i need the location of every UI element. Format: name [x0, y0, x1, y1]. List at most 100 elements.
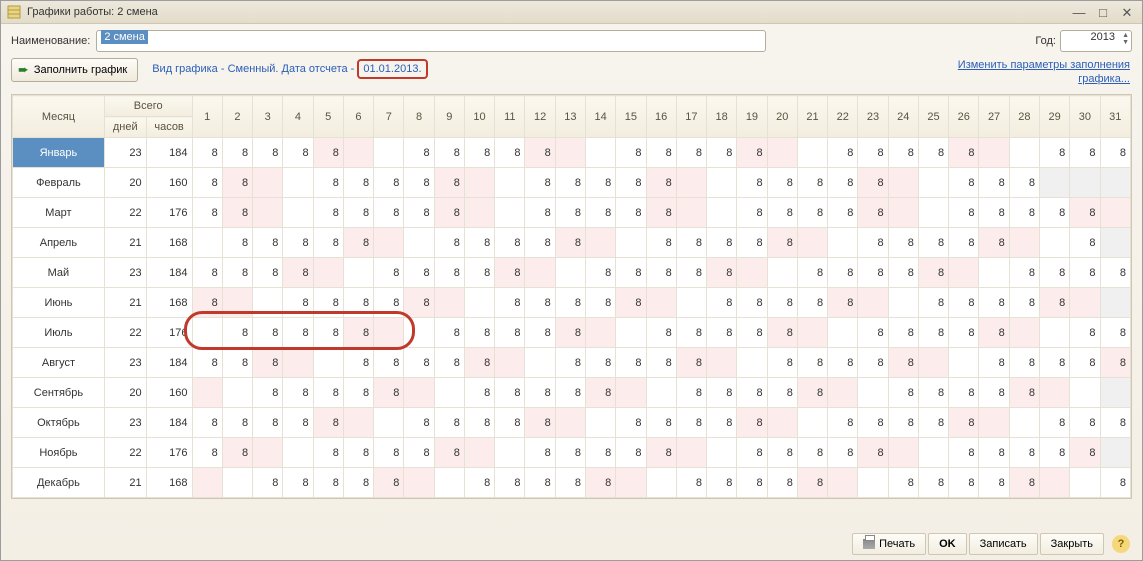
day-cell[interactable]: 8: [918, 288, 948, 318]
day-cell[interactable]: [1100, 198, 1131, 228]
day-cell[interactable]: 8: [555, 468, 585, 498]
day-cell[interactable]: 8: [253, 228, 283, 258]
day-cell[interactable]: 8: [616, 408, 646, 438]
day-cell[interactable]: 8: [979, 228, 1009, 258]
month-row[interactable]: Ноябрь221768888888888888888888888: [13, 438, 1131, 468]
day-cell[interactable]: [434, 468, 464, 498]
day-cell[interactable]: 8: [1039, 408, 1069, 438]
day-cell[interactable]: 8: [313, 228, 343, 258]
hours-cell[interactable]: 176: [146, 318, 192, 348]
day-cell[interactable]: 8: [464, 408, 494, 438]
day-cell[interactable]: 8: [253, 468, 283, 498]
day-cell[interactable]: [797, 408, 827, 438]
day-cell[interactable]: 8: [888, 258, 918, 288]
day-cell[interactable]: [979, 408, 1009, 438]
day-cell[interactable]: 8: [313, 408, 343, 438]
day-cell[interactable]: 8: [192, 408, 222, 438]
month-row[interactable]: Март221768888888888888888888888: [13, 198, 1131, 228]
day-cell[interactable]: 8: [949, 408, 979, 438]
day-cell[interactable]: 8: [767, 168, 797, 198]
day-cell[interactable]: [253, 288, 283, 318]
month-cell[interactable]: Ноябрь: [13, 438, 105, 468]
day-cell[interactable]: 8: [555, 228, 585, 258]
day-cell[interactable]: 8: [828, 138, 858, 168]
day-cell[interactable]: 8: [707, 138, 737, 168]
day-cell[interactable]: 8: [979, 168, 1009, 198]
day-cell[interactable]: 8: [525, 408, 555, 438]
day-cell[interactable]: [616, 228, 646, 258]
day-cell[interactable]: 8: [374, 438, 404, 468]
day-cell[interactable]: 8: [253, 318, 283, 348]
day-cell[interactable]: 8: [858, 438, 888, 468]
day-cell[interactable]: [888, 168, 918, 198]
day-cell[interactable]: 8: [313, 438, 343, 468]
day-cell[interactable]: 8: [525, 438, 555, 468]
day-cell[interactable]: 8: [737, 228, 767, 258]
day-cell[interactable]: [222, 468, 252, 498]
day-cell[interactable]: 8: [313, 288, 343, 318]
day-cell[interactable]: [707, 348, 737, 378]
day-cell[interactable]: [192, 228, 222, 258]
day-cell[interactable]: 8: [737, 318, 767, 348]
day-cell[interactable]: 8: [343, 378, 373, 408]
day-cell[interactable]: 8: [676, 378, 706, 408]
day-cell[interactable]: [1009, 408, 1039, 438]
day-cell[interactable]: 8: [737, 468, 767, 498]
day-cell[interactable]: 8: [828, 348, 858, 378]
day-cell[interactable]: [192, 468, 222, 498]
days-cell[interactable]: 23: [104, 408, 146, 438]
hours-cell[interactable]: 184: [146, 348, 192, 378]
day-cell[interactable]: [495, 198, 525, 228]
day-cell[interactable]: 8: [1070, 198, 1100, 228]
day-cell[interactable]: [374, 318, 404, 348]
day-cell[interactable]: 8: [192, 138, 222, 168]
day-cell[interactable]: [828, 318, 858, 348]
day-cell[interactable]: [1039, 228, 1069, 258]
month-cell[interactable]: Декабрь: [13, 468, 105, 498]
day-cell[interactable]: 8: [676, 348, 706, 378]
day-cell[interactable]: 8: [949, 138, 979, 168]
day-cell[interactable]: 8: [192, 198, 222, 228]
day-cell[interactable]: 8: [1070, 408, 1100, 438]
day-cell[interactable]: [858, 378, 888, 408]
day-cell[interactable]: 8: [525, 168, 555, 198]
day-cell[interactable]: 8: [707, 408, 737, 438]
day-cell[interactable]: 8: [555, 348, 585, 378]
day-cell[interactable]: 8: [222, 198, 252, 228]
day-cell[interactable]: 8: [404, 438, 434, 468]
day-cell[interactable]: [707, 198, 737, 228]
day-cell[interactable]: 8: [646, 168, 676, 198]
day-cell[interactable]: [707, 438, 737, 468]
day-cell[interactable]: [343, 408, 373, 438]
day-cell[interactable]: [283, 198, 313, 228]
day-cell[interactable]: 8: [1100, 258, 1131, 288]
day-cell[interactable]: 8: [434, 228, 464, 258]
day-cell[interactable]: 8: [616, 438, 646, 468]
day-cell[interactable]: [979, 138, 1009, 168]
day-cell[interactable]: 8: [767, 378, 797, 408]
day-cell[interactable]: 8: [737, 438, 767, 468]
day-cell[interactable]: 8: [1039, 288, 1069, 318]
day-cell[interactable]: 8: [495, 258, 525, 288]
day-cell[interactable]: [737, 258, 767, 288]
day-cell[interactable]: 8: [434, 408, 464, 438]
month-cell[interactable]: Май: [13, 258, 105, 288]
day-cell[interactable]: [858, 288, 888, 318]
day-cell[interactable]: 8: [888, 378, 918, 408]
day-cell[interactable]: 8: [313, 168, 343, 198]
day-cell[interactable]: [828, 468, 858, 498]
day-cell[interactable]: 8: [222, 438, 252, 468]
hours-cell[interactable]: 184: [146, 408, 192, 438]
hours-cell[interactable]: 184: [146, 138, 192, 168]
day-cell[interactable]: 8: [374, 288, 404, 318]
day-cell[interactable]: 8: [404, 348, 434, 378]
day-cell[interactable]: [888, 288, 918, 318]
day-cell[interactable]: 8: [192, 168, 222, 198]
day-cell[interactable]: 8: [585, 348, 615, 378]
day-cell[interactable]: 8: [343, 198, 373, 228]
day-cell[interactable]: 8: [737, 408, 767, 438]
day-cell[interactable]: 8: [676, 228, 706, 258]
day-cell[interactable]: 8: [949, 288, 979, 318]
day-cell[interactable]: 8: [464, 318, 494, 348]
day-cell[interactable]: 8: [707, 468, 737, 498]
